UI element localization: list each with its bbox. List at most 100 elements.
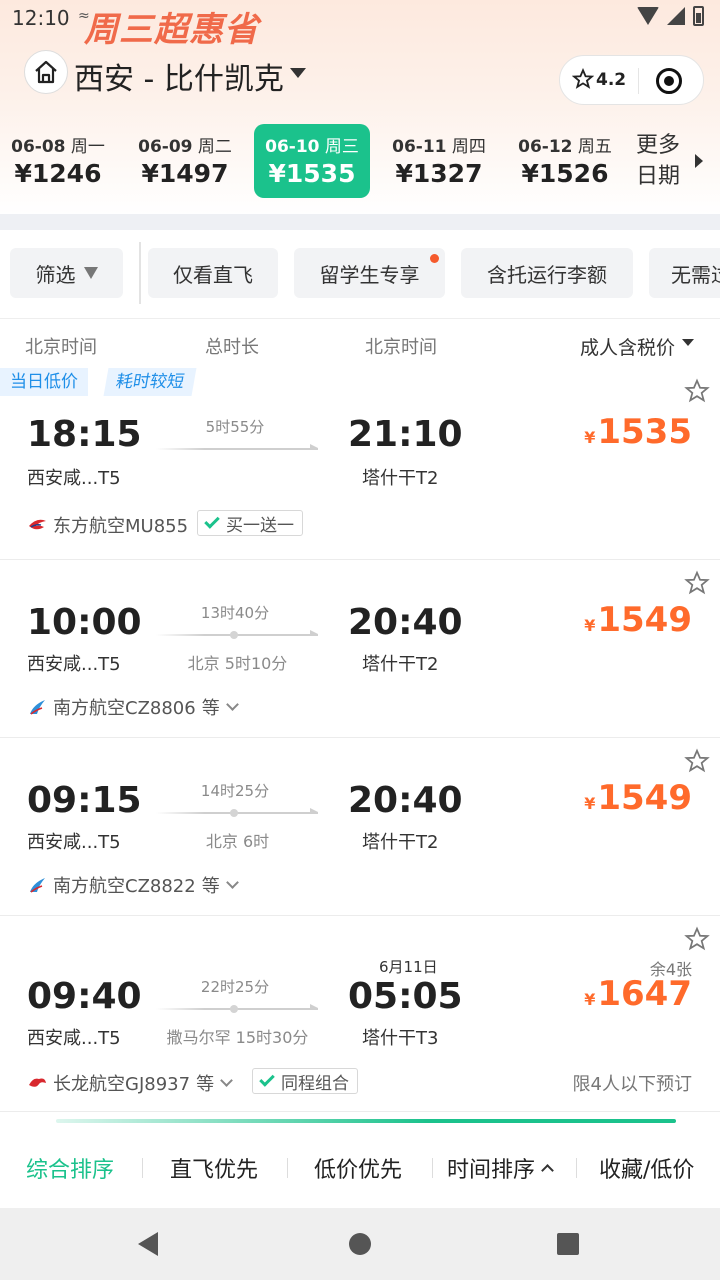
chevron-right-icon[interactable] xyxy=(695,154,703,168)
flight-price: ¥1535 xyxy=(584,412,692,452)
date-price: ¥1246 xyxy=(14,159,102,188)
filter-chip-baggage[interactable]: 含托运行李额 xyxy=(461,248,633,298)
airline-more: 等 xyxy=(196,1074,215,1095)
flight-card[interactable]: 10:00 13时40分 北京 5时10分 20:40 西安咸...T5 塔什干… xyxy=(0,560,720,738)
combo-badge: 同程组合 xyxy=(252,1068,358,1094)
date-item-selected[interactable]: 06-10 周三 ¥1535 xyxy=(254,124,370,198)
date-price: ¥1497 xyxy=(141,159,229,188)
check-icon xyxy=(204,513,220,529)
tag-short-duration: 耗时较短 xyxy=(103,368,197,396)
sort-divider xyxy=(287,1158,288,1178)
route-line xyxy=(156,630,318,639)
airline-info[interactable]: 南方航空CZ8806 等 xyxy=(27,694,239,720)
airline-more: 等 xyxy=(201,698,220,719)
date-item[interactable]: 06-12 周五 ¥1526 xyxy=(507,124,623,198)
airline-info[interactable]: 长龙航空GJ8937 等 xyxy=(27,1070,233,1096)
chevron-down-icon xyxy=(225,698,239,711)
route-line xyxy=(156,808,318,817)
weekday-label: 周二 xyxy=(197,137,232,157)
arrival-time: 05:05 xyxy=(348,976,463,1017)
date-item[interactable]: 06-11 周四 ¥1327 xyxy=(381,124,497,198)
date-item[interactable]: 06-08 周一 ¥1246 xyxy=(0,124,116,198)
route-line xyxy=(156,1004,318,1013)
filter-chip-label: 留学生专享 xyxy=(319,262,420,287)
price-value: 1535 xyxy=(597,412,692,452)
currency-symbol: ¥ xyxy=(584,794,596,813)
flight-card[interactable]: 09:15 14时25分 北京 6时 20:40 西安咸...T5 塔什干T2 … xyxy=(0,738,720,916)
flight-card[interactable]: 余4张 6月11日 09:40 22时25分 撒马尔罕 15时30分 05:05… xyxy=(0,916,720,1112)
stop-dot xyxy=(230,1005,238,1013)
arrival-airport: 塔什干T3 xyxy=(362,1028,439,1049)
flight-price: ¥1549 xyxy=(584,600,692,640)
weekday-label: 周一 xyxy=(70,137,105,157)
promo-badge-label: 买一送一 xyxy=(226,515,294,536)
filter-bar: 筛选 仅看直飞 留学生专享 含托运行李额 无需过 xyxy=(0,230,720,318)
route-title[interactable]: 西安 - 比什凯克 xyxy=(74,54,284,98)
recents-icon[interactable] xyxy=(557,1233,579,1255)
pill-divider xyxy=(638,68,639,94)
price-sort-toggle[interactable]: 成人含税价 xyxy=(580,333,675,360)
loong-air-logo-icon xyxy=(29,1078,46,1087)
home-button[interactable] xyxy=(24,50,68,94)
status-bar: 12:10 ≈ 周三超惠省 xyxy=(0,0,720,50)
departure-time: 10:00 xyxy=(27,602,142,643)
tag-lowest-price: 当日低价 xyxy=(0,368,88,396)
header-pill: 4.2 xyxy=(559,55,704,105)
favorite-star-icon[interactable] xyxy=(684,378,710,404)
favorite-star-icon[interactable] xyxy=(684,748,710,774)
record-icon[interactable] xyxy=(656,68,682,94)
chevron-down-icon[interactable] xyxy=(290,68,306,78)
section-divider xyxy=(0,214,720,230)
sort-tab-overall[interactable]: 综合排序 xyxy=(26,1152,114,1184)
currency-symbol: ¥ xyxy=(584,616,596,635)
header-area: 12:10 ≈ 周三超惠省 西安 - 比什凯克 4.2 06-08 周一 ¥12… xyxy=(0,0,720,215)
airline-more: 等 xyxy=(201,876,220,897)
filter-button[interactable]: 筛选 xyxy=(10,248,123,298)
weekday-label: 周四 xyxy=(451,137,486,157)
rating-value[interactable]: 4.2 xyxy=(596,70,626,90)
date-price: ¥1535 xyxy=(268,159,356,188)
airline-info[interactable]: 南方航空CZ8822 等 xyxy=(27,872,239,898)
stopover-info: 北京 6时 xyxy=(205,832,270,851)
arrival-airport: 塔什干T2 xyxy=(362,832,439,853)
flight-duration: 13时40分 xyxy=(200,604,270,622)
sort-divider xyxy=(432,1158,433,1178)
caret-down-icon[interactable] xyxy=(682,339,694,346)
favorite-star-icon[interactable] xyxy=(684,570,710,596)
departure-airport: 西安咸...T5 xyxy=(27,1028,121,1049)
filter-chip-student[interactable]: 留学生专享 xyxy=(294,248,445,298)
sort-tab-price[interactable]: 低价优先 xyxy=(314,1152,402,1184)
back-icon[interactable] xyxy=(138,1232,158,1256)
home-icon xyxy=(35,60,57,84)
china-southern-logo-icon xyxy=(30,878,45,893)
arrival-airport: 塔什干T2 xyxy=(362,654,439,675)
filter-chip-direct[interactable]: 仅看直飞 xyxy=(148,248,278,298)
star-icon[interactable] xyxy=(572,68,594,90)
stop-dot xyxy=(230,809,238,817)
flight-duration: 5时55分 xyxy=(205,418,265,436)
stop-dot xyxy=(230,631,238,639)
promo-badge: 买一送一 xyxy=(197,510,303,536)
filter-chip-more[interactable]: 无需过 xyxy=(649,248,720,298)
stopover-info: 北京 5时10分 xyxy=(187,654,288,673)
filter-divider xyxy=(139,242,141,304)
sort-tab-favorites[interactable]: 收藏/低价 xyxy=(599,1152,694,1184)
date-label: 06-08 xyxy=(11,137,66,157)
arr-time-header: 北京时间 xyxy=(365,337,437,358)
price-value: 1647 xyxy=(597,974,692,1014)
flight-card[interactable]: 当日低价 耗时较短 18:15 5时55分 21:10 西安咸...T5 塔什干… xyxy=(0,368,720,560)
more-dates-label: 更多 xyxy=(636,133,681,158)
airline-name: 南方航空CZ8822 xyxy=(53,876,196,897)
date-selector: 06-08 周一 ¥1246 06-09 周二 ¥1497 06-10 周三 ¥… xyxy=(0,118,720,204)
arrival-airport: 塔什干T2 xyxy=(362,468,439,489)
duration-header: 总时长 xyxy=(205,337,259,358)
home-circle-icon[interactable] xyxy=(349,1233,371,1255)
favorite-star-icon[interactable] xyxy=(684,926,710,952)
promo-banner[interactable]: 周三超惠省 xyxy=(84,2,259,51)
airline-name: 长龙航空GJ8937 xyxy=(53,1074,191,1095)
more-dates-button[interactable]: 更多 日期 xyxy=(636,130,688,192)
sort-tab-direct[interactable]: 直飞优先 xyxy=(170,1152,258,1184)
system-nav-bar xyxy=(0,1208,720,1280)
date-item[interactable]: 06-09 周二 ¥1497 xyxy=(127,124,243,198)
sort-tab-time[interactable]: 时间排序 xyxy=(447,1152,554,1184)
